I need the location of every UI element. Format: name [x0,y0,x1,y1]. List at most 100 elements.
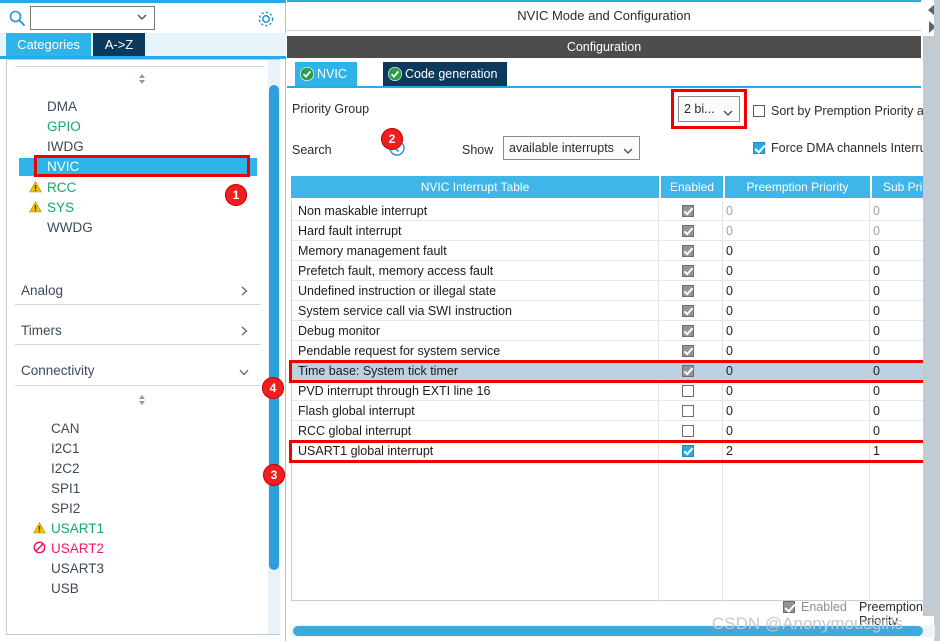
sidebar-item-nvic[interactable]: NVIC [19,158,257,176]
row-sub-priority[interactable]: 0 [873,401,880,421]
sidebar-item-usart1[interactable]: USART1 [51,520,104,538]
table-row[interactable]: Prefetch fault, memory access fault 0 0 [292,261,939,281]
row-enabled-checkbox[interactable] [658,341,720,361]
sidebar-item-wwdg[interactable]: WWDG [47,219,93,237]
tab-code-generation[interactable]: Code generation [383,62,508,86]
row-sub-priority[interactable]: 0 [873,281,880,301]
row-name: USART1 global interrupt [298,444,434,458]
annotation-box-priority-group [671,89,747,129]
table-row[interactable]: Memory management fault 0 0 [292,241,939,261]
table-row[interactable]: Flash global interrupt 0 0 [292,401,939,421]
row-enabled-checkbox[interactable] [658,381,720,401]
table-row[interactable]: Non maskable interrupt 0 0 [292,201,939,221]
row-preemption[interactable]: 0 [726,421,733,441]
column-header-preemption-priority[interactable]: Preemption Priority [725,176,870,198]
annotation-badge-2: 2 [381,128,403,150]
row-enabled-checkbox[interactable] [658,301,720,321]
search-input[interactable] [30,6,155,30]
scroll-up-down-spinner-bottom[interactable] [135,393,149,407]
row-enabled-checkbox[interactable] [658,401,720,421]
tab-nvic[interactable]: NVIC [295,62,357,86]
sidebar-item-can[interactable]: CAN [51,420,80,438]
row-enabled-checkbox[interactable] [658,441,720,461]
row-sub-priority[interactable]: 0 [873,321,880,341]
sort-by-preemption-checkbox[interactable]: Sort by Premption Priority and Sub Prior… [753,104,940,118]
row-time-base-system-tick-timer[interactable]: Time base: System tick timer 0 0 [292,361,939,381]
row-enabled-checkbox[interactable] [658,421,720,441]
row-preemption[interactable]: 0 [726,381,733,401]
row-preemption[interactable]: 0 [726,361,733,381]
show-filter-combo[interactable]: available interrupts [503,136,640,160]
tab-a-to-z[interactable]: A->Z [93,33,145,56]
row-preemption[interactable]: 0 [726,281,733,301]
row-preemption[interactable]: 0 [726,201,733,221]
row-sub-priority[interactable]: 0 [873,421,880,441]
row-preemption[interactable]: 0 [726,301,733,321]
row-name: Time base: System tick timer [298,364,458,378]
force-dma-channels-checkbox[interactable]: Force DMA channels Interru [753,141,927,155]
row-enabled-checkbox[interactable] [658,361,720,381]
row-preemption[interactable]: 0 [726,241,733,261]
table-row[interactable]: Pendable request for system service 0 0 [292,341,939,361]
sidebar-item-usb[interactable]: USB [51,580,79,598]
sidebar-item-spi1[interactable]: SPI1 [51,480,80,498]
row-usart1-global-interrupt[interactable]: USART1 global interrupt 2 1 [292,441,939,461]
table-row[interactable]: Undefined instruction or illegal state 0… [292,281,939,301]
sidebar-scrollbar-thumb[interactable] [269,85,279,570]
row-sub-priority[interactable]: 0 [873,261,880,281]
sidebar-item-rcc[interactable]: RCC [47,179,76,197]
footer-enabled-checkbox[interactable]: Enabled [783,600,847,614]
column-header-name[interactable]: NVIC Interrupt Table [291,176,659,198]
sidebar-item-i2c2[interactable]: I2C2 [51,460,80,478]
row-enabled-checkbox[interactable] [658,281,720,301]
chevron-down-icon[interactable] [237,365,251,379]
row-enabled-checkbox[interactable] [658,221,720,241]
row-enabled-checkbox[interactable] [658,261,720,281]
sidebar-item-usart2[interactable]: USART2 [51,540,104,558]
row-sub-priority[interactable]: 0 [873,341,880,361]
row-sub-priority[interactable]: 0 [873,241,880,261]
sidebar-item-dma[interactable]: DMA [47,98,77,116]
row-sub-priority[interactable]: 0 [873,381,880,401]
column-header-enabled[interactable]: Enabled [661,176,723,198]
row-enabled-checkbox[interactable] [658,241,720,261]
tab-categories[interactable]: Categories [6,33,91,56]
row-preemption[interactable]: 0 [726,221,733,241]
sidebar-group-connectivity[interactable]: Connectivity [21,358,95,384]
chevron-right-icon[interactable] [237,324,251,338]
row-sub-priority[interactable]: 0 [873,301,880,321]
sidebar-group-timers[interactable]: Timers [21,318,62,344]
sidebar-item-iwdg[interactable]: IWDG [47,138,84,156]
row-enabled-checkbox[interactable] [658,321,720,341]
table-row[interactable]: PVD interrupt through EXTI line 16 0 0 [292,381,939,401]
sidebar-item-i2c1[interactable]: I2C1 [51,440,80,458]
sidebar-item-sys[interactable]: SYS [47,199,74,217]
row-enabled-checkbox[interactable] [658,201,720,221]
row-name: RCC global interrupt [298,424,412,438]
row-sub-priority[interactable]: 0 [873,361,880,381]
table-row[interactable]: Debug monitor 0 0 [292,321,939,341]
row-sub-priority[interactable]: 0 [873,201,880,221]
row-preemption[interactable]: 0 [726,321,733,341]
check-circle-icon [388,67,402,81]
sidebar-item-usart3[interactable]: USART3 [51,560,104,578]
chevron-right-icon[interactable] [237,284,251,298]
sidebar-item-spi2[interactable]: SPI2 [51,500,80,518]
row-sub-priority[interactable]: 1 [873,441,880,461]
gear-icon[interactable] [256,9,276,29]
sidebar-group-analog[interactable]: Analog [21,278,63,304]
checkbox-icon [753,105,765,117]
row-preemption[interactable]: 0 [726,401,733,421]
table-row[interactable]: RCC global interrupt 0 0 [292,421,939,441]
scroll-up-down-spinner-top[interactable] [135,72,149,86]
row-preemption[interactable]: 0 [726,341,733,361]
table-row[interactable]: Hard fault interrupt 0 0 [292,221,939,241]
row-name: Pendable request for system service [298,344,501,358]
sidebar-tabs: Categories A->Z [0,33,286,56]
table-row[interactable]: System service call via SWI instruction … [292,301,939,321]
row-sub-priority[interactable]: 0 [873,221,880,241]
row-preemption[interactable]: 0 [726,261,733,281]
chevron-down-icon [622,142,634,154]
sidebar-item-gpio[interactable]: GPIO [47,118,81,136]
row-preemption[interactable]: 2 [726,441,733,461]
